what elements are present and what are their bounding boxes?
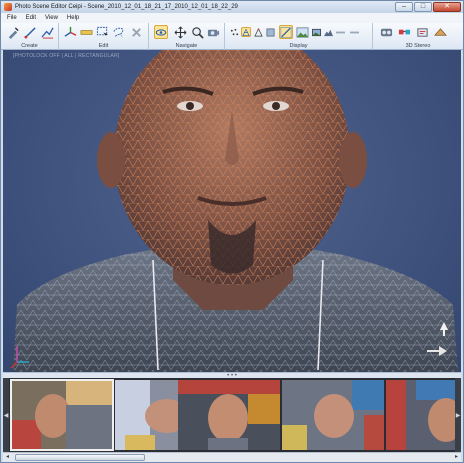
group-navigate: Navigate [149,23,225,50]
menu-edit[interactable]: Edit [26,15,36,21]
stereo-view-icon[interactable] [433,25,447,39]
face-mesh-model [10,50,458,372]
filmstrip-left-arrow-icon[interactable]: ◀ [3,378,9,452]
close-button[interactable]: ✕ [433,2,461,12]
faces-display-icon[interactable] [265,27,275,37]
anaglyph-icon[interactable] [397,25,411,39]
window-controls: – □ ✕ [395,2,461,12]
pick-tool-icon[interactable] [6,25,20,39]
filmstrip-right-arrow-icon[interactable]: ▶ [455,378,461,452]
select-lasso-icon[interactable] [111,25,125,39]
points-display-icon[interactable] [229,27,239,37]
group-edit: Edit [59,23,149,50]
delete-icon[interactable] [129,25,143,39]
app-window: Photo Scene Editor Ceipi - Scene_2010_12… [0,0,464,463]
scrollbar-thumb[interactable] [15,454,145,461]
3d-viewport[interactable]: [PHOTOLOCK OFF | ALL | RECTANGULAR] [3,50,461,372]
brightness-slider-icon[interactable] [349,27,359,37]
image-display-icon[interactable] [295,25,309,39]
maximize-button[interactable]: □ [414,2,432,12]
contrast-slider-icon[interactable] [335,27,345,37]
app-icon [4,3,12,11]
thumbnail-photo-3[interactable] [178,380,280,450]
group-label-3d-stereo: 3D Stereo [405,43,431,49]
ribbon-toolbar: Create Edit Navigate Display 3D Stereo [1,23,463,50]
group-create: Create [1,23,59,50]
orbit-tool-icon[interactable] [154,25,168,39]
group-label-display: Display [289,43,308,49]
landscape-display-icon[interactable] [311,27,321,37]
stereo-settings-icon[interactable] [415,25,429,39]
group-label-edit: Edit [98,43,109,49]
menu-help[interactable]: Help [67,15,79,21]
thumbnail-photo-5[interactable] [386,380,461,450]
stereo-camera-icon[interactable] [379,25,393,39]
camera-view-icon[interactable] [206,25,220,39]
title-bar[interactable]: Photo Scene Editor Ceipi - Scene_2010_12… [1,1,463,13]
measure-tool-icon[interactable] [79,25,93,39]
terrain-display-icon[interactable] [323,27,333,37]
wireframe-display-icon[interactable] [241,27,251,37]
draw-polyline-icon[interactable] [40,25,54,39]
group-3d-stereo: 3D Stereo [373,23,463,50]
scroll-right-icon[interactable]: ▸ [452,453,461,462]
thumbnail-photo-1[interactable] [10,379,114,451]
scroll-left-icon[interactable]: ◂ [3,453,12,462]
window-title: Photo Scene Editor Ceipi - Scene_2010_12… [15,4,238,10]
textured-display-icon[interactable] [279,25,293,39]
splitter-grip-icon: • • • [227,372,237,379]
menu-view[interactable]: View [45,15,58,21]
zoom-tool-icon[interactable] [190,25,204,39]
group-label-create: Create [21,43,38,49]
photo-filmstrip: ◀ ▶ [3,378,461,452]
axis-tool-icon[interactable] [63,25,77,39]
select-rectangle-icon[interactable] [95,25,109,39]
minimize-button[interactable]: – [395,2,413,12]
viewport-status-text: [PHOTOLOCK OFF | ALL | RECTANGULAR] [13,53,120,59]
filmstrip-scrollbar[interactable]: ◂ ▸ [3,452,461,462]
group-label-navigate: Navigate [175,43,198,49]
thumbnail-photo-4[interactable] [282,380,384,450]
group-display: Display [225,23,373,50]
menu-file[interactable]: File [7,15,17,21]
draw-line-icon[interactable] [23,25,37,39]
vertices-display-icon[interactable] [253,27,263,37]
menu-bar: File Edit View Help [1,13,463,23]
pan-tool-icon[interactable] [173,25,187,39]
